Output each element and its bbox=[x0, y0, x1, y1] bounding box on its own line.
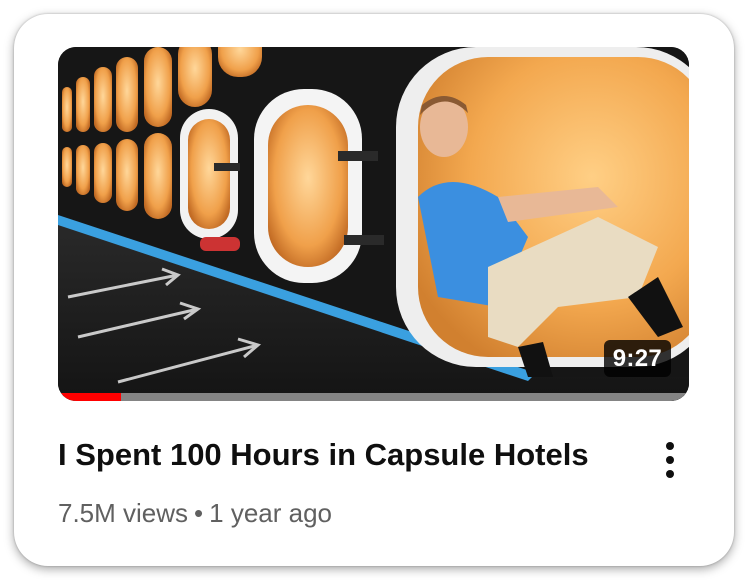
video-metadata: 7.5M views • 1 year ago bbox=[58, 497, 332, 529]
capsule-hotel-thumbnail bbox=[58, 47, 689, 401]
watch-progress-fill bbox=[58, 393, 122, 401]
video-title[interactable]: I Spent 100 Hours in Capsule Hotels bbox=[58, 436, 638, 474]
ellipsis-dot bbox=[666, 456, 674, 464]
video-thumbnail[interactable]: 9:27 bbox=[58, 47, 689, 401]
ellipsis-dot bbox=[666, 470, 674, 478]
duration-badge: 9:27 bbox=[603, 340, 671, 377]
ellipsis-dot bbox=[666, 442, 674, 450]
meta-separator: • bbox=[194, 498, 204, 528]
upload-age: 1 year ago bbox=[209, 498, 333, 528]
watch-progress-bar bbox=[58, 393, 689, 401]
view-count: 7.5M views bbox=[58, 498, 189, 528]
more-actions-button[interactable] bbox=[652, 436, 688, 484]
